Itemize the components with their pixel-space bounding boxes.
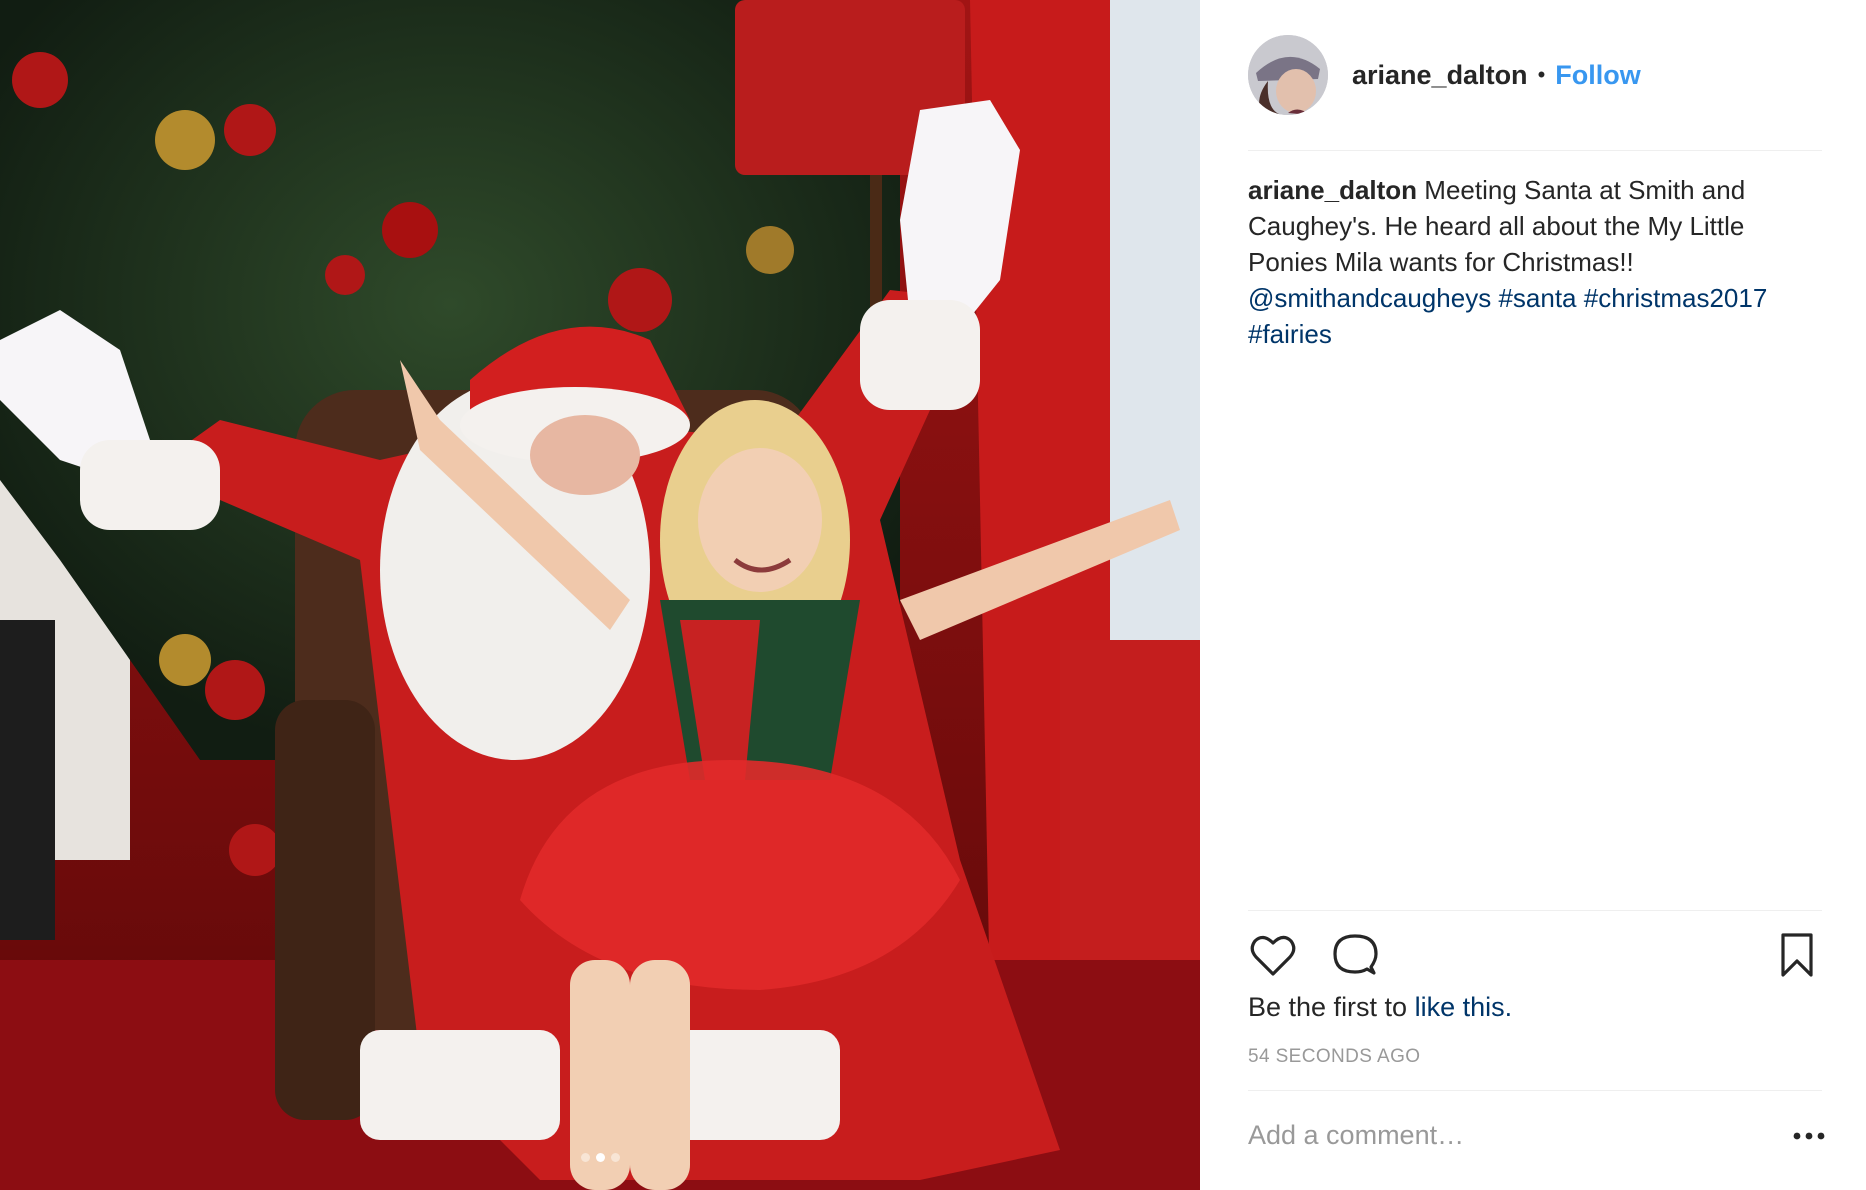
likes-prefix: Be the first to <box>1248 992 1408 1022</box>
post-caption: ariane_dalton Meeting Santa at Smith and… <box>1248 172 1824 352</box>
avatar-image <box>1248 35 1328 115</box>
divider <box>1248 1090 1822 1091</box>
action-bar <box>1248 930 1822 980</box>
carousel-dot[interactable] <box>580 1153 590 1162</box>
santa-photo-illustration <box>0 0 1200 1190</box>
bookmark-icon[interactable] <box>1772 930 1822 980</box>
post-photo[interactable] <box>0 0 1200 1190</box>
post-timestamp[interactable]: 54 SECONDS AGO <box>1248 1046 1420 1068</box>
caption-username[interactable]: ariane_dalton <box>1248 175 1417 205</box>
divider <box>1248 150 1822 151</box>
carousel-dot[interactable] <box>610 1153 620 1162</box>
more-options-icon[interactable] <box>1792 1124 1826 1148</box>
header-separator: • <box>1537 62 1546 87</box>
carousel-dot-active[interactable] <box>595 1153 605 1162</box>
like-this-link[interactable]: like this. <box>1415 992 1513 1022</box>
heart-icon[interactable] <box>1248 930 1298 980</box>
caption-mention[interactable]: @smithandcaugheys <box>1248 283 1491 313</box>
likes-summary: Be the first to like this. <box>1248 992 1512 1023</box>
divider <box>1248 910 1822 911</box>
caption-hashtag-fairies[interactable]: #fairies <box>1248 319 1332 349</box>
caption-hashtag-christmas2017[interactable]: #christmas2017 <box>1584 283 1768 313</box>
comment-icon[interactable] <box>1330 930 1380 980</box>
comment-input[interactable]: Add a comment… <box>1248 1120 1464 1151</box>
post-header: ariane_dalton • Follow <box>1248 30 1822 120</box>
follow-button[interactable]: Follow <box>1555 60 1640 91</box>
header-username[interactable]: ariane_dalton <box>1352 60 1528 91</box>
post-sidebar: ariane_dalton • Follow ariane_dalton Mee… <box>1200 0 1866 1190</box>
caption-hashtag-santa[interactable]: #santa <box>1498 283 1576 313</box>
post-container: ariane_dalton • Follow ariane_dalton Mee… <box>0 0 1866 1190</box>
avatar[interactable] <box>1248 35 1328 115</box>
carousel-indicator[interactable] <box>0 1153 1200 1162</box>
